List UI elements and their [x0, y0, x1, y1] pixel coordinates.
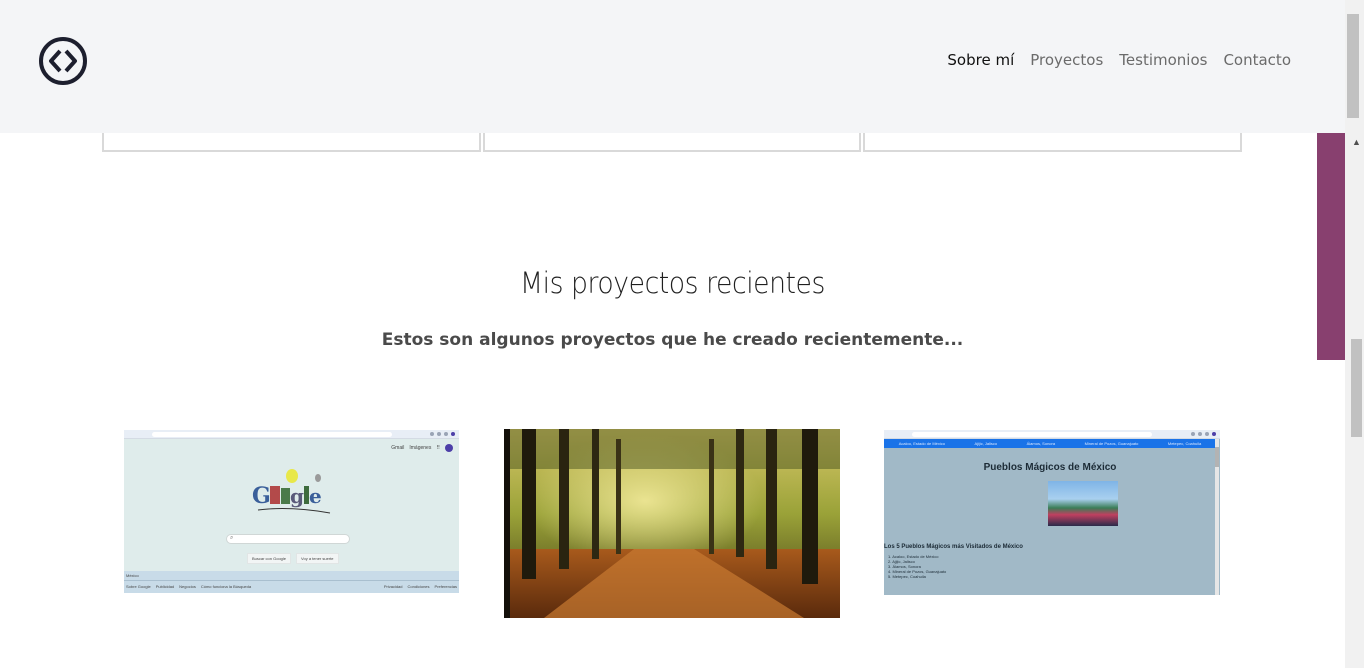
list-item: 5. Metepec, Coahuila: [888, 574, 926, 579]
code-brackets-circle-icon[interactable]: [38, 36, 88, 86]
google-footer-links: Sobre Google Publicidad Negocios Cómo fu…: [124, 581, 459, 593]
footer-link[interactable]: Sobre Google: [126, 584, 151, 590]
footer-link[interactable]: Condiciones: [408, 584, 430, 590]
apps-grid-icon: ⠿: [436, 445, 440, 451]
page-scrollbar-thumb[interactable]: [1347, 14, 1359, 118]
footer-link[interactable]: Publicidad: [156, 584, 174, 590]
avatar: [445, 444, 453, 452]
scroll-up-arrow-icon[interactable]: ▲: [1352, 137, 1361, 147]
project-google-clone[interactable]: Gmail Imágenes ⠿ G g e ⌕ Buscar con Goog…: [124, 430, 459, 593]
pueblos-list-title: Los 5 Pueblos Mágicos más Visitados de M…: [884, 544, 1023, 550]
pueblos-nav-item[interactable]: Álamos, Sonora: [1027, 441, 1055, 446]
site-header: Sobre mí Proyectos Testimonios Contacto: [0, 0, 1345, 133]
nav-sobre-mi[interactable]: Sobre mí: [947, 51, 1014, 69]
page: Sobre mí Proyectos Testimonios Contacto …: [0, 0, 1364, 668]
pueblos-nav-item[interactable]: Ajijic, Jalisco: [974, 441, 997, 446]
mini-url-bar: [152, 432, 392, 437]
section-subtitle: Estos son algunos proyectos que he cread…: [381, 330, 964, 350]
mini-toolbar-icons: [1191, 432, 1216, 436]
pueblos-nav-item[interactable]: Mineral de Pozos, Guanajuato: [1085, 441, 1139, 446]
mini-toolbar-icons: [430, 432, 455, 436]
search-icon: ⌕: [230, 535, 234, 541]
section-title: Mis proyectos recientes: [520, 266, 825, 300]
buscar-button[interactable]: Buscar con Google: [247, 553, 292, 564]
google-doodle-logo: G g e: [252, 469, 331, 514]
gmail-link: Gmail: [391, 445, 405, 451]
footer-link[interactable]: Cómo funciona la Búsqueda: [201, 584, 251, 590]
pueblos-photo: [1048, 481, 1118, 526]
footer-link[interactable]: Privacidad: [384, 584, 403, 590]
pueblos-nav: Acaloo, Estado de México Ajijic, Jalisco…: [884, 439, 1216, 448]
content-scrollbar[interactable]: ▲: [1349, 133, 1364, 668]
mini-url-bar: [912, 432, 1152, 437]
project-pueblos-magicos[interactable]: Acaloo, Estado de México Ajijic, Jalisco…: [884, 430, 1220, 595]
google-footer-country: México: [124, 571, 459, 581]
google-search-buttons: Buscar con Google Voy a tener suerte: [247, 553, 339, 564]
main-nav: Sobre mí Proyectos Testimonios Contacto: [947, 51, 1291, 69]
mini-browser-bar: [124, 430, 459, 439]
mini-browser-bar: [884, 430, 1220, 439]
google-search-input[interactable]: ⌕: [226, 534, 350, 544]
footer-link[interactable]: Preferencias: [435, 584, 457, 590]
nav-testimonios[interactable]: Testimonios: [1119, 51, 1207, 69]
project-forest[interactable]: [504, 429, 840, 618]
imagenes-link: Imágenes: [409, 445, 432, 451]
google-top-links: Gmail Imágenes ⠿: [391, 444, 453, 452]
content-scrollbar-thumb[interactable]: [1351, 339, 1362, 437]
svg-text:g: g: [290, 484, 304, 508]
nav-proyectos[interactable]: Proyectos: [1030, 51, 1103, 69]
pueblos-nav-item[interactable]: Acaloo, Estado de México: [899, 441, 945, 446]
pueblos-list: 1. Acaloo, Estado de México 2. Ajijic, J…: [888, 554, 946, 579]
suerte-button[interactable]: Voy a tener suerte: [296, 553, 339, 564]
svg-text:e: e: [309, 484, 322, 508]
svg-text:G: G: [252, 483, 271, 509]
pueblos-nav-item[interactable]: Metepec, Coahuila: [1168, 441, 1201, 446]
pueblos-title: Pueblos Mágicos de México: [983, 462, 1117, 473]
nav-contacto[interactable]: Contacto: [1223, 51, 1291, 69]
footer-link[interactable]: Negocios: [179, 584, 196, 590]
forest-path-image: [504, 429, 840, 618]
